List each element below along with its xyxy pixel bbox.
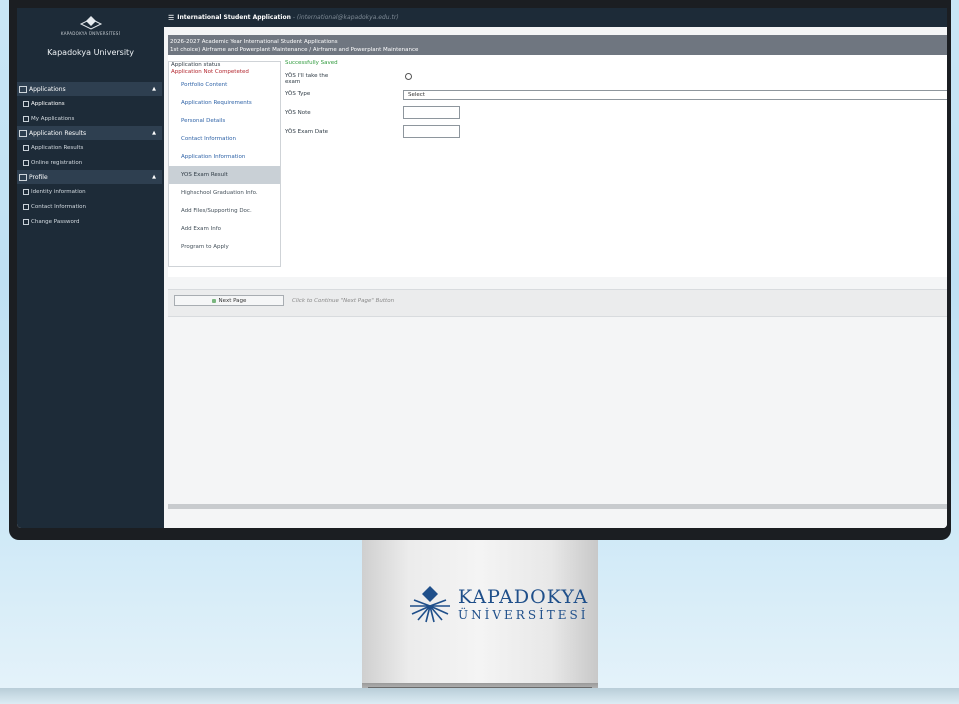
academic-year-title: 2026-2027 Academic Year International St…	[170, 39, 338, 45]
application-status-value: Application Not Competeted	[171, 69, 249, 75]
university-name: Kapadokya University	[47, 48, 134, 57]
user-email: - (international@kapadokya.edu.tr)	[293, 14, 399, 21]
square-icon	[23, 188, 29, 195]
square-icon	[23, 115, 29, 122]
square-icon	[23, 100, 29, 107]
sidebar-logo: KAPADOKYA ÜNİVERSİTESİ Kapadokya Univers…	[17, 8, 164, 72]
yos-exam-date-input[interactable]	[403, 125, 460, 138]
step-add-files[interactable]: Add Files/Supporting Doc.	[169, 202, 280, 220]
chevron-up-icon: ▲	[152, 86, 156, 92]
sidebar-item-label: Application Results	[31, 144, 84, 151]
nav-section-profile[interactable]: Profile ▲	[17, 170, 162, 184]
action-bar: Next Page Click to Continue "Next Page" …	[168, 289, 947, 317]
application-header: 2026-2027 Academic Year International St…	[168, 35, 947, 55]
email-text: (international@kapadokya.edu.tr)	[296, 14, 399, 21]
step-portfolio-content[interactable]: Portfolio Content	[169, 76, 280, 94]
kapadokya-logo-icon	[410, 586, 450, 623]
top-bar: ☰ International Student Application - (i…	[164, 8, 947, 27]
screen: KAPADOKYA ÜNİVERSİTESİ Kapadokya Univers…	[17, 8, 947, 528]
next-page-button[interactable]: Next Page	[174, 295, 284, 306]
monitor-frame: KAPADOKYA ÜNİVERSİTESİ Kapadokya Univers…	[9, 0, 951, 540]
grid-icon	[19, 85, 27, 93]
chevron-up-icon: ▲	[152, 174, 156, 180]
stand-brand: KAPADOKYA ÜNİVERSİTESİ	[408, 584, 589, 624]
square-icon	[23, 144, 29, 151]
sidebar-item-my-applications[interactable]: My Applications	[17, 111, 164, 126]
application-panel: Application status Application Not Compe…	[168, 55, 947, 277]
floor	[0, 688, 959, 704]
application-steps: Application status Application Not Compe…	[168, 61, 281, 267]
square-icon	[23, 159, 29, 166]
yos-form: Successfully Saved YÖS I'll take the exa…	[285, 60, 947, 138]
step-application-requirements[interactable]: Application Requirements	[169, 94, 280, 112]
save-success-message: Successfully Saved	[285, 60, 338, 66]
sidebar-item-contact-information[interactable]: Contact Information	[17, 199, 164, 214]
sidebar-item-label: My Applications	[31, 115, 75, 122]
main-content: 2026-2027 Academic Year International St…	[164, 27, 947, 528]
take-exam-label: YÖS I'll take the exam	[285, 73, 329, 85]
yos-type-select[interactable]: Select	[403, 90, 947, 100]
nav-section-label: Application Results	[29, 129, 87, 137]
sidebar-item-label: Identity information	[31, 188, 86, 195]
results-icon	[19, 129, 27, 137]
sidebar-item-label: Change Password	[31, 218, 80, 225]
step-program-to-apply[interactable]: Program to Apply	[169, 238, 280, 256]
sidebar-item-application-results[interactable]: Application Results	[17, 140, 164, 155]
sidebar-item-applications[interactable]: Applications	[17, 96, 164, 111]
nav-section-label: Profile	[29, 173, 48, 181]
nav-section-application-results[interactable]: Application Results ▲	[17, 126, 162, 140]
sidebar-item-label: Contact Information	[31, 203, 86, 210]
yos-note-input[interactable]	[403, 106, 460, 119]
sidebar-item-change-password[interactable]: Change Password	[17, 214, 164, 229]
square-icon	[23, 203, 29, 210]
step-add-exam-info[interactable]: Add Exam Info	[169, 220, 280, 238]
step-highschool-graduation[interactable]: Highschool Graduation Info.	[169, 184, 280, 202]
university-logo-icon	[79, 16, 102, 30]
next-icon	[211, 298, 216, 303]
logo-caption: KAPADOKYA ÜNİVERSİTESİ	[60, 31, 121, 36]
step-contact-information[interactable]: Contact Information	[169, 130, 280, 148]
brand-subtitle: ÜNİVERSİTESİ	[458, 607, 589, 622]
chevron-up-icon: ▲	[152, 130, 156, 136]
yos-note-label: YÖS Note	[285, 110, 311, 116]
yos-type-label: YÖS Type	[285, 91, 311, 97]
sidebar: KAPADOKYA ÜNİVERSİTESİ Kapadokya Univers…	[17, 8, 164, 528]
nav-section-applications[interactable]: Applications ▲	[17, 82, 162, 96]
next-page-hint: Click to Continue "Next Page" Button	[292, 298, 395, 304]
sidebar-item-label: Online registration	[31, 159, 83, 166]
sidebar-item-label: Applications	[31, 100, 65, 107]
nav-section-label: Applications	[29, 85, 66, 93]
brand-title: KAPADOKYA	[458, 585, 589, 608]
step-application-information[interactable]: Application Information	[169, 148, 280, 166]
yos-exam-date-label: YÖS Exam Date	[285, 129, 328, 135]
sidebar-item-identity-information[interactable]: Identity information	[17, 184, 164, 199]
menu-icon[interactable]: ☰	[168, 14, 174, 22]
profile-icon	[19, 173, 27, 181]
footer-bar	[168, 504, 947, 509]
step-personal-details[interactable]: Personal Details	[169, 112, 280, 130]
step-yos-exam-result[interactable]: YOS Exam Result	[169, 166, 280, 184]
page-title: International Student Application	[177, 14, 291, 21]
take-exam-radio[interactable]	[405, 73, 412, 80]
next-page-label: Next Page	[218, 297, 247, 304]
sidebar-item-online-registration[interactable]: Online registration	[17, 155, 164, 170]
program-choice: 1st choice) Airframe and Powerplant Main…	[170, 47, 419, 53]
application-status-label: Application status	[171, 62, 221, 68]
square-icon	[23, 218, 29, 225]
